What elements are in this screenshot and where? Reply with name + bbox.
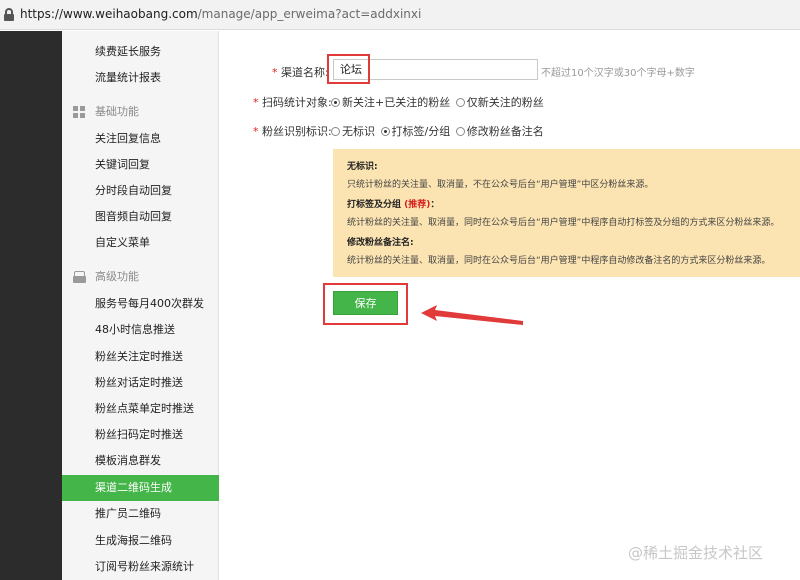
channel-name-hint: 不超过10个汉字或30个字母+数字 <box>541 68 695 79</box>
notice-heading-remark: 修改粉丝备注名: <box>347 238 414 248</box>
sidebar-item-traffic-report[interactable]: 流量统计报表 <box>62 65 219 91</box>
scan-target-label-text: 扫码统计对象: <box>262 96 332 109</box>
sidebar-section-basic: 基础功能 <box>62 99 219 125</box>
scan-target-options: 新关注+已关注的粉丝 仅新关注的粉丝 <box>331 94 546 110</box>
sidebar-item-timed-reply[interactable]: 分时段自动回复 <box>62 178 219 204</box>
dark-nav-strip <box>0 31 62 580</box>
sidebar-item-poster-qrcode[interactable]: 生成海报二维码 <box>62 528 219 554</box>
required-mark: * <box>253 96 259 109</box>
radio-unchecked-icon[interactable] <box>455 127 465 136</box>
radio-no-tag[interactable]: 无标识 <box>331 125 377 138</box>
url-text[interactable]: https://www.weihaobang.com/manage/app_er… <box>20 7 421 21</box>
sidebar-item-follow-reply[interactable]: 关注回复信息 <box>62 126 219 152</box>
url-host: https://www.weihaobang.com <box>20 7 198 21</box>
sidebar-item-custom-menu[interactable]: 自定义菜单 <box>62 230 219 256</box>
lock-icon <box>4 8 14 22</box>
save-button[interactable]: 保存 <box>333 291 398 315</box>
notice-box: 无标识: 只统计粉丝的关注量、取消量，不在公众号后台“用户管理”中区分粉丝来源。… <box>333 149 800 277</box>
sidebar: 续费延长服务 流量统计报表 基础功能 关注回复信息 关键词回复 分时段自动回复 … <box>62 31 219 580</box>
fan-tag-label-text: 粉丝识别标识: <box>262 125 332 138</box>
scan-target-label: * 扫码统计对象: <box>253 94 332 110</box>
sidebar-item-scan-timed-push[interactable]: 粉丝扫码定时推送 <box>62 422 219 448</box>
channel-name-label-text: 渠道名称: <box>281 66 329 79</box>
grid-icon <box>73 106 86 118</box>
recommend-badge: (推荐) <box>404 200 431 210</box>
fan-tag-options: 无标识 打标签/分组 修改粉丝备注名 <box>331 123 546 139</box>
sidebar-item-renewal[interactable]: 续费延长服务 <box>62 39 219 65</box>
sidebar-item-promoter-qrcode[interactable]: 推广员二维码 <box>62 501 219 527</box>
sidebar-item-media-reply[interactable]: 图音频自动回复 <box>62 204 219 230</box>
radio-tag-group[interactable]: 打标签/分组 <box>380 125 453 138</box>
sidebar-item-48h-push[interactable]: 48小时信息推送 <box>62 317 219 343</box>
channel-name-label: * 渠道名称: <box>272 64 329 80</box>
drawer-icon <box>73 271 86 283</box>
sidebar-item-keyword-reply[interactable]: 关键词回复 <box>62 152 219 178</box>
required-mark: * <box>253 125 259 138</box>
sidebar-item-follow-timed-push[interactable]: 粉丝关注定时推送 <box>62 344 219 370</box>
sidebar-section-basic-label: 基础功能 <box>95 105 139 118</box>
radio-remark-name[interactable]: 修改粉丝备注名 <box>455 125 546 138</box>
radio-checked-icon[interactable] <box>331 98 340 107</box>
fan-tag-label: * 粉丝识别标识: <box>253 123 332 139</box>
watermark: @稀土掘金技术社区 <box>628 544 764 562</box>
radio-new-and-existing[interactable]: 新关注+已关注的粉丝 <box>331 96 452 109</box>
sidebar-item-channel-qrcode[interactable]: 渠道二维码生成 <box>62 475 219 501</box>
annotation-highlight-input <box>327 54 370 84</box>
sidebar-item-fan-source-stats[interactable]: 订阅号粉丝来源统计 <box>62 554 219 580</box>
url-path: /manage/app_erweima?act=addxinxi <box>197 7 422 21</box>
notice-heading-tag-group: 打标签及分组 (推荐)： <box>347 200 440 210</box>
sidebar-section-advanced: 高级功能 <box>62 264 219 290</box>
radio-checked-icon[interactable] <box>380 127 390 136</box>
radio-unchecked-icon[interactable] <box>455 98 465 107</box>
notice-text-no-tag: 只统计粉丝的关注量、取消量，不在公众号后台“用户管理”中区分粉丝来源。 <box>347 180 654 190</box>
radio-unchecked-icon[interactable] <box>331 127 340 136</box>
notice-text-tag-group: 统计粉丝的关注量、取消量，同时在公众号后台“用户管理”中程序自动打标签及分组的方… <box>347 218 780 228</box>
radio-new-only[interactable]: 仅新关注的粉丝 <box>455 96 546 109</box>
browser-url-bar[interactable]: https://www.weihaobang.com/manage/app_er… <box>0 0 800 30</box>
sidebar-item-mass-send[interactable]: 服务号每月400次群发 <box>62 291 219 317</box>
sidebar-item-template-mass-send[interactable]: 模板消息群发 <box>62 448 219 474</box>
notice-heading-no-tag: 无标识: <box>347 162 378 172</box>
sidebar-item-menu-timed-push[interactable]: 粉丝点菜单定时推送 <box>62 396 219 422</box>
sidebar-section-advanced-label: 高级功能 <box>95 270 139 283</box>
annotation-arrow-icon <box>421 305 523 325</box>
notice-text-remark: 统计粉丝的关注量、取消量，同时在公众号后台“用户管理”中程序自动修改备注名的方式… <box>347 256 771 266</box>
required-mark: * <box>272 66 278 79</box>
sidebar-item-chat-timed-push[interactable]: 粉丝对话定时推送 <box>62 370 219 396</box>
